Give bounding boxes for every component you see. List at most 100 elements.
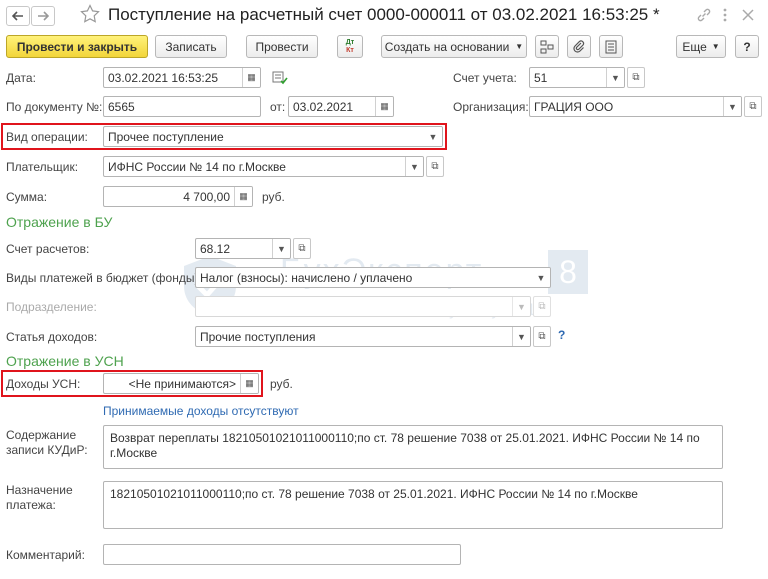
- chevron-down-icon[interactable]: ▼: [606, 68, 624, 87]
- watermark: БухЭксперт 8 База ответов по учету в 1С: [180, 250, 600, 330]
- save-button[interactable]: Записать: [155, 35, 227, 58]
- help-button[interactable]: ?: [735, 35, 759, 58]
- doc-number-field[interactable]: 6565: [103, 96, 261, 117]
- document-button[interactable]: [599, 35, 623, 58]
- chevron-down-icon[interactable]: ▼: [532, 268, 550, 287]
- usn-section-title: Отражение в УСН: [6, 353, 124, 369]
- income-help-icon[interactable]: ?: [558, 328, 565, 342]
- forward-button[interactable]: [31, 6, 55, 26]
- create-based-on-label: Создать на основании: [384, 39, 510, 54]
- more-menu-label: Еще: [682, 39, 707, 54]
- open-organization-icon[interactable]: ⧉: [744, 96, 762, 117]
- division-field[interactable]: ▼: [195, 296, 531, 317]
- dt-kt-icon-top: Дт: [345, 38, 355, 46]
- budget-payments-label: Виды платежей в бюджет (фонды):: [6, 271, 202, 285]
- calculator-icon[interactable]: ▦: [234, 187, 252, 206]
- purpose-label-line2: платежа:: [6, 498, 56, 512]
- usn-income-field[interactable]: <Не принимаются> ▦: [103, 373, 259, 394]
- income-item-label: Статья доходов:: [6, 330, 98, 344]
- open-division-icon[interactable]: ⧉: [533, 296, 551, 317]
- dt-kt-button[interactable]: Дт Кт: [337, 35, 363, 58]
- budget-payments-select[interactable]: Налог (взносы): начислено / уплачено ▼: [195, 267, 551, 288]
- doc-date-field[interactable]: 03.02.2021 ▦: [288, 96, 394, 117]
- kudir-label-line1: Содержание: [6, 428, 77, 442]
- amount-field[interactable]: 4 700,00 ▦: [103, 186, 253, 207]
- arrow-right-icon: [38, 11, 49, 21]
- chevron-down-icon[interactable]: ▼: [723, 97, 741, 116]
- calendar-icon[interactable]: ▦: [242, 68, 260, 87]
- star-icon: [80, 4, 100, 23]
- calculator-icon[interactable]: ▦: [240, 374, 258, 393]
- post-button[interactable]: Провести: [246, 35, 318, 58]
- post-and-close-button[interactable]: Провести и закрыть: [6, 35, 148, 58]
- back-button[interactable]: [6, 6, 30, 26]
- chevron-down-icon[interactable]: ▼: [512, 297, 530, 316]
- budget-payments-value: Налог (взносы): начислено / уплачено: [200, 270, 413, 285]
- attach-button[interactable]: [567, 35, 591, 58]
- settlement-account-value: 68.12: [200, 241, 231, 256]
- amount-value: 4 700,00: [183, 189, 230, 204]
- payer-label: Плательщик:: [6, 160, 79, 174]
- usn-income-currency: руб.: [270, 377, 293, 391]
- structure-icon: [540, 40, 554, 53]
- date-label: Дата:: [6, 71, 36, 85]
- open-settlement-account-icon[interactable]: ⧉: [293, 238, 311, 259]
- watermark-number: 8: [548, 250, 588, 294]
- calendar-icon[interactable]: ▦: [375, 97, 393, 116]
- open-income-item-icon[interactable]: ⧉: [533, 326, 551, 347]
- operation-type-value: Прочее поступление: [108, 129, 224, 144]
- doc-date-label: от:: [270, 100, 286, 114]
- doc-number-value: 6565: [108, 99, 135, 114]
- purpose-label-line1: Назначение: [6, 483, 73, 497]
- chevron-down-icon[interactable]: ▼: [512, 327, 530, 346]
- settlement-account-field[interactable]: 68.12 ▼: [195, 238, 291, 259]
- organization-field[interactable]: ГРАЦИЯ ООО ▼: [529, 96, 742, 117]
- doc-date-value: 03.02.2021: [293, 99, 354, 114]
- income-item-field[interactable]: Прочие поступления ▼: [195, 326, 531, 347]
- usn-income-link[interactable]: Принимаемые доходы отсутствуют: [103, 404, 299, 418]
- document-icon: [605, 40, 617, 53]
- amount-label: Сумма:: [6, 190, 48, 204]
- more-vertical-icon[interactable]: [720, 6, 730, 24]
- window-title: Поступление на расчетный счет 0000-00001…: [108, 5, 660, 24]
- structure-button[interactable]: [535, 35, 559, 58]
- paperclip-icon: [573, 39, 585, 53]
- purpose-text[interactable]: 18210501021011000110;по ст. 78 решение 7…: [103, 481, 723, 529]
- bu-section-title: Отражение в БУ: [6, 214, 113, 230]
- favorite-button[interactable]: [80, 4, 102, 26]
- more-menu-button[interactable]: Еще ▼: [676, 35, 726, 58]
- operation-type-select[interactable]: Прочее поступление ▼: [103, 126, 443, 147]
- division-label: Подразделение:: [6, 300, 97, 314]
- dropdown-arrow-icon: ▼: [515, 42, 524, 51]
- organization-label: Организация:: [453, 100, 529, 114]
- kudir-label-line2: записи КУДиР:: [6, 443, 88, 457]
- arrow-left-icon: [12, 11, 23, 21]
- account-value: 51: [534, 70, 548, 85]
- chevron-down-icon[interactable]: ▼: [405, 157, 423, 176]
- operation-type-label: Вид операции:: [6, 130, 88, 144]
- date-value: 03.02.2021 16:53:25: [108, 70, 219, 85]
- document-status-icon: [272, 70, 288, 86]
- organization-value: ГРАЦИЯ ООО: [534, 99, 614, 114]
- open-account-icon[interactable]: ⧉: [627, 67, 645, 88]
- date-field[interactable]: 03.02.2021 16:53:25 ▦: [103, 67, 261, 88]
- amount-currency: руб.: [262, 190, 285, 204]
- settlement-account-label: Счет расчетов:: [6, 242, 90, 256]
- open-payer-icon[interactable]: ⧉: [426, 156, 444, 177]
- payer-field[interactable]: ИФНС России № 14 по г.Москве ▼: [103, 156, 424, 177]
- income-item-value: Прочие поступления: [200, 329, 316, 344]
- payer-value: ИФНС России № 14 по г.Москве: [108, 159, 286, 174]
- account-field[interactable]: 51 ▼: [529, 67, 625, 88]
- comment-field[interactable]: [103, 544, 461, 565]
- dropdown-arrow-icon: ▼: [711, 42, 720, 51]
- kudir-text[interactable]: Возврат переплаты 18210501021011000110;п…: [103, 425, 723, 469]
- create-based-on-button[interactable]: Создать на основании ▼: [381, 35, 527, 58]
- usn-income-label: Доходы УСН:: [6, 377, 81, 391]
- chevron-down-icon[interactable]: ▼: [272, 239, 290, 258]
- doc-number-label: По документу №:: [6, 100, 103, 114]
- comment-label: Комментарий:: [6, 548, 85, 562]
- close-icon[interactable]: [740, 7, 756, 23]
- link-icon[interactable]: [696, 7, 712, 23]
- chevron-down-icon[interactable]: ▼: [424, 127, 442, 146]
- account-label: Счет учета:: [453, 71, 517, 85]
